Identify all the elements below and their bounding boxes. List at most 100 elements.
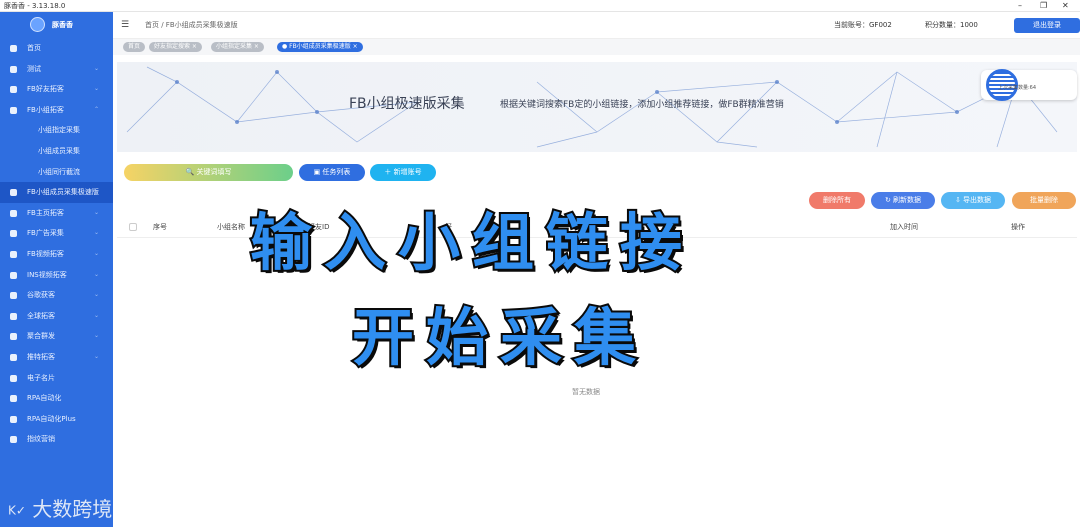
logo-icon (30, 17, 45, 32)
delete-all-button[interactable]: 删除所有 (809, 192, 865, 209)
breadcrumb: 首页 / FB小组成员采集极速版 (145, 21, 238, 29)
sidebar-item-19[interactable]: 指纹营销 (0, 429, 113, 450)
overlay-caption-line1: 输入小组链接 (248, 204, 695, 281)
chevron-icon: ⌃ (93, 105, 99, 113)
sidebar-item-label: FB视频拓客 (27, 249, 64, 258)
watermark-text: 大数跨境 (32, 497, 113, 521)
watermark: K✓ 大数跨境 (8, 493, 112, 522)
header: ☰ 首页 / FB小组成员采集极速版 当前账号：GF002 积分数量：1000 … (113, 12, 1080, 39)
sidebar-item-17[interactable]: RPA自动化 (0, 388, 113, 409)
sidebar-item-label: FB小组成员采集极速版 (27, 188, 99, 197)
sidebar-item-label: RPA自动化 (27, 394, 62, 403)
sidebar-item-8[interactable]: FB主页拓客 ⌄ (0, 203, 113, 224)
sidebar-item-label: 谷歌获客 (27, 291, 55, 300)
refresh-data-button[interactable]: ↻ 刷新数据 (871, 192, 935, 209)
sidebar-item-15[interactable]: 推特拓客 ⌄ (0, 347, 113, 368)
export-data-button[interactable]: ⇩ 导出数据 (941, 192, 1005, 209)
sidebar-item-6[interactable]: 小组同行截流 (0, 162, 113, 183)
close-icon[interactable]: ✕ (1062, 0, 1069, 12)
maximize-icon[interactable]: ❐ (1040, 0, 1047, 12)
menu-item-icon (10, 271, 17, 279)
chevron-icon: ⌄ (93, 85, 99, 93)
task-list-button[interactable]: ▣ 任务列表 (299, 164, 365, 181)
sidebar-item-label: FB广告采集 (27, 229, 64, 238)
batch-delete-button[interactable]: 批量删除 (1012, 192, 1076, 209)
banner: FB小组极速版采集 根据关键词搜索FB定的小组链接，添加小组推荐链接，做FB群精… (117, 62, 1077, 152)
menu-item-icon (10, 436, 17, 444)
tag-home[interactable]: 首页 (123, 42, 146, 52)
tag-fb-group-fast[interactable]: ● FB小组成员采集极速版 × (277, 42, 363, 52)
sidebar-item-12[interactable]: 谷歌获客 ⌄ (0, 285, 113, 306)
sidebar-item-label: FB好友拓客 (27, 85, 64, 94)
sidebar-item-label: 小组指定采集 (38, 126, 80, 135)
sidebar-item-7[interactable]: FB小组成员采集极速版 (0, 182, 113, 203)
sidebar-item-label: RPA自动化Plus (27, 414, 76, 423)
sidebar-item-label: 小组同行截流 (38, 167, 80, 176)
chevron-icon: ⌄ (93, 208, 99, 216)
sidebar-item-label: 小组成员采集 (38, 146, 80, 155)
sidebar-item-label: 首页 (27, 44, 41, 52)
logout-button[interactable]: 退出登录 (1014, 18, 1080, 33)
chevron-icon: ⌄ (93, 64, 99, 72)
keyword-fill-button[interactable]: 🔍 关键词填写 (124, 164, 293, 181)
sidebar-item-2[interactable]: FB好友拓客 ⌄ (0, 79, 113, 100)
sidebar-item-label: 聚合群发 (27, 332, 55, 341)
menu-item-icon (10, 86, 17, 94)
sidebar-item-5[interactable]: 小组成员采集 (0, 141, 113, 162)
app-logo: 豚香香 (0, 12, 113, 38)
col-index: 序号 (153, 223, 167, 231)
tag-group-collect[interactable]: 小组指定采集 × (211, 42, 264, 52)
sidebar-item-14[interactable]: 聚合群发 ⌄ (0, 326, 113, 347)
empty-state: 暂无数据 (572, 388, 600, 396)
sidebar-item-label: FB小组拓客 (27, 105, 64, 114)
sidebar-item-label: 测试 (27, 64, 41, 73)
sidebar-item-4[interactable]: 小组指定采集 (0, 120, 113, 141)
menu-item-icon (10, 374, 17, 382)
chevron-icon: ⌄ (93, 332, 99, 340)
tag-friend-search[interactable]: 好友指定搜索 × (149, 42, 202, 52)
sidebar-item-label: 推特拓客 (27, 352, 55, 361)
menu-item-icon (10, 209, 17, 217)
menu-item-icon (10, 415, 17, 423)
menu-item-icon (10, 333, 17, 341)
window-title: 豚香香 - 3.13.18.0 (4, 2, 66, 10)
sidebar-item-1[interactable]: 测试 ⌄ (0, 59, 113, 80)
col-group-name: 小组名称 (217, 223, 245, 231)
sidebar-item-10[interactable]: FB视频拓客 ⌄ (0, 244, 113, 265)
col-join-time: 加入时间 (890, 223, 918, 231)
last-collect-count: 上次采集数量:64 (998, 85, 1037, 91)
sidebar-item-label: 全球拓客 (27, 311, 55, 320)
sidebar-item-label: FB主页拓客 (27, 208, 64, 217)
sidebar-menu: 首页测试 ⌄ FB好友拓客 ⌄ FB小组拓客 ⌃ 小组指定采集 小组成员采集 小组同行截流 FB小… (0, 38, 113, 450)
sidebar: 豚香香 首页测试 ⌄ FB好友拓客 ⌄ FB小组拓客 ⌃ 小组指定采集 小组成员采集 小组同行截… (0, 12, 113, 527)
chevron-icon: ⌄ (93, 249, 99, 257)
banner-title: FB小组极速版采集 (349, 96, 465, 112)
add-account-button[interactable]: ＋ 新增账号 (370, 164, 436, 181)
last-collect-card: 上次采集数量:64 (981, 69, 1077, 101)
sidebar-item-11[interactable]: INS视频拓客 ⌄ (0, 265, 113, 286)
chevron-icon: ⌄ (93, 291, 99, 299)
sidebar-item-13[interactable]: 全球拓客 ⌄ (0, 306, 113, 327)
menu-item-icon (10, 395, 17, 403)
sidebar-item-label: 电子名片 (27, 373, 55, 382)
menu-item-icon (10, 106, 17, 114)
sidebar-item-16[interactable]: 电子名片 (0, 368, 113, 389)
sidebar-item-18[interactable]: RPA自动化Plus (0, 409, 113, 430)
points-count: 积分数量：1000 (925, 21, 978, 29)
col-actions: 操作 (1011, 223, 1025, 231)
menu-item-icon (10, 312, 17, 320)
menu-item-icon (10, 250, 17, 258)
menu-item-icon (10, 189, 17, 197)
sidebar-item-3[interactable]: FB小组拓客 ⌃ (0, 100, 113, 121)
menu-toggle-icon[interactable]: ☰ (121, 20, 129, 30)
chevron-icon: ⌄ (93, 311, 99, 319)
sidebar-item-label: INS视频拓客 (27, 270, 67, 279)
chevron-icon: ⌄ (93, 229, 99, 237)
window-titlebar: 豚香香 - 3.13.18.0 – ❐ ✕ (0, 0, 1080, 12)
sidebar-item-0[interactable]: 首页 (0, 38, 113, 59)
sidebar-item-9[interactable]: FB广告采集 ⌄ (0, 223, 113, 244)
minimize-icon[interactable]: – (1018, 0, 1022, 12)
chevron-icon: ⌄ (93, 270, 99, 278)
sidebar-item-label: 指纹营销 (27, 435, 55, 444)
current-account: 当前账号：GF002 (834, 21, 892, 29)
